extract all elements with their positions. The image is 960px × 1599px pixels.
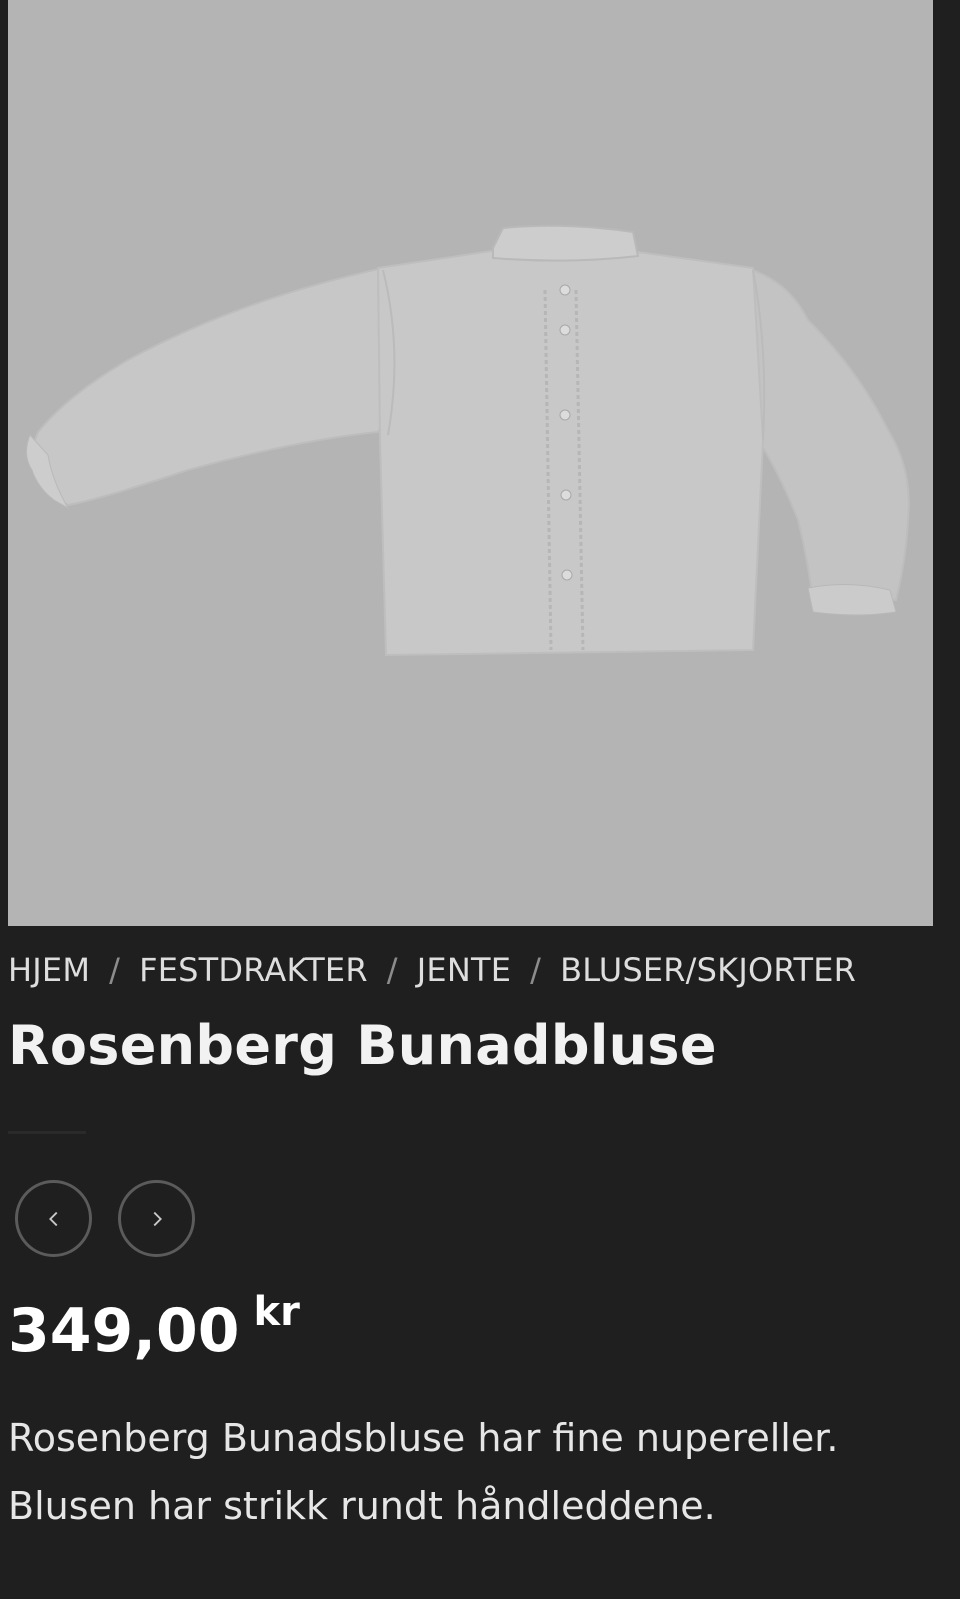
breadcrumb-item-festdrakter[interactable]: FESTDRAKTER [139, 951, 368, 989]
breadcrumb: HJEM / FESTDRAKTER / JENTE / BLUSER/SKJORTER [8, 951, 856, 989]
product-page: HJEM / FESTDRAKTER / JENTE / BLUSER/SKJORTER R… [0, 0, 960, 1599]
price-amount: 349,00 [8, 1296, 240, 1366]
product-description: Rosenberg Bunadsbluse har fine nuperelle… [8, 1416, 839, 1528]
breadcrumb-separator: / [109, 951, 121, 989]
product-price: 349,00 kr [8, 1289, 300, 1366]
chevron-left-icon [48, 1211, 57, 1226]
product-image[interactable] [8, 0, 933, 926]
breadcrumb-item-bluser-skjorter[interactable]: BLUSER/SKJORTER [560, 951, 856, 989]
next-product-button[interactable] [118, 1180, 195, 1257]
price-currency: kr [253, 1289, 300, 1335]
breadcrumb-item-jente[interactable]: JENTE [417, 951, 511, 989]
blouse-illustration [8, 0, 933, 926]
title-divider [8, 1131, 86, 1134]
product-title: Rosenberg Bunadbluse [8, 1014, 717, 1077]
breadcrumb-separator: / [530, 951, 542, 989]
breadcrumb-separator: / [386, 951, 398, 989]
chevron-right-icon [153, 1211, 162, 1226]
breadcrumb-item-hjem[interactable]: HJEM [8, 951, 90, 989]
previous-product-button[interactable] [15, 1180, 92, 1257]
